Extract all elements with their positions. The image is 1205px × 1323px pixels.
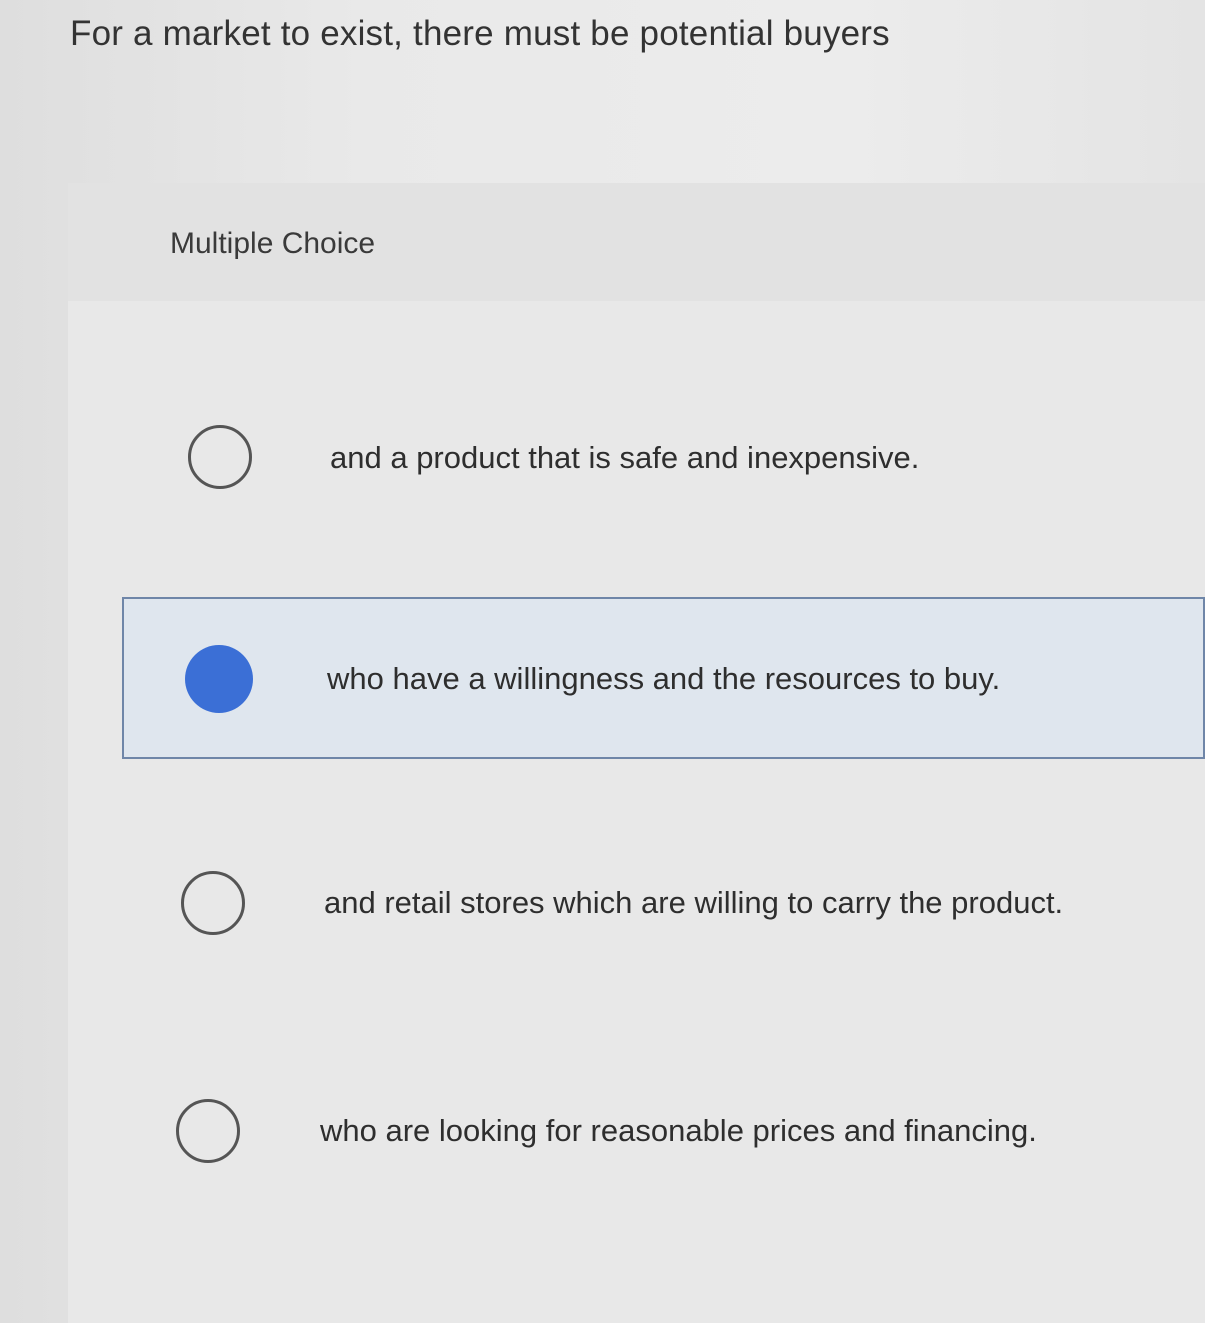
choice-option-label: and retail stores which are willing to c… (324, 885, 1064, 920)
multiple-choice-label: Multiple Choice (170, 227, 376, 260)
choice-option-3[interactable]: and retail stores which are willing to c… (115, 825, 1205, 985)
choice-option-4[interactable]: who are looking for reasonable prices an… (110, 1055, 1205, 1215)
choice-option-2[interactable]: who have a willingness and the resources… (122, 597, 1205, 759)
choice-option-1[interactable]: and a product that is safe and inexpensi… (120, 380, 1205, 540)
choice-option-label: who are looking for reasonable prices an… (320, 1113, 1037, 1148)
multiple-choice-header: Multiple Choice (68, 183, 1205, 301)
radio-selected-icon[interactable] (185, 645, 253, 713)
question-text: For a market to exist, there must be pot… (70, 14, 890, 53)
choice-option-label: who have a willingness and the resources… (327, 661, 1001, 696)
radio-unselected-icon[interactable] (181, 871, 245, 935)
radio-unselected-icon[interactable] (176, 1099, 240, 1163)
choice-option-label: and a product that is safe and inexpensi… (330, 440, 920, 475)
radio-unselected-icon[interactable] (188, 425, 252, 489)
